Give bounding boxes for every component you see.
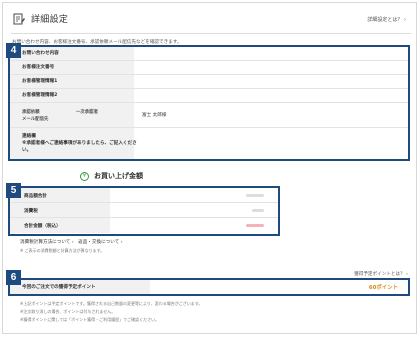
return-policy-link[interactable]: 返品・交換について › bbox=[78, 240, 123, 245]
row-label: お客様管理情報2 bbox=[10, 89, 134, 102]
row-label: 合計金額（税込） bbox=[10, 218, 110, 233]
section5-links: 消費税計算方法について › 返品・交換について › bbox=[20, 239, 123, 245]
page-title: 詳細設定 bbox=[31, 15, 69, 25]
contact-textarea[interactable] bbox=[134, 128, 408, 158]
points-notes: ※上記ポイントは予定ポイントです。獲得される自己数量の変更等により、変わる場合が… bbox=[20, 300, 202, 324]
help-link[interactable]: 詳細設定とは？ › bbox=[367, 16, 406, 23]
table-row: お客様注文番号 bbox=[10, 61, 408, 75]
points-box: 今回のご注文での獲得予定ポイント 60ポイント bbox=[8, 278, 410, 296]
section-badge: 6 bbox=[6, 270, 21, 285]
details-box: お問い合わせ内容 お客様注文番号 お客様管理情報1 お客様管理情報2 承認依頼 … bbox=[8, 45, 410, 161]
inquiry-input[interactable] bbox=[134, 47, 142, 50]
table-row: 承認依頼 メール配信先 一次承認者 富士 太郎様 bbox=[10, 103, 408, 128]
table-row: 消費税 bbox=[10, 203, 278, 218]
section-badge: 4 bbox=[6, 43, 21, 58]
contact-label: 連絡欄 bbox=[22, 134, 36, 139]
table-row: 合計金額（税込） bbox=[10, 218, 278, 233]
tax-note: ※ ご表示の消費税額と計算方法が異なります。 bbox=[20, 248, 105, 253]
order-number-input[interactable] bbox=[134, 61, 142, 64]
note-line: ※上記ポイントは予定ポイントです。獲得される自己数量の変更等により、変わる場合が… bbox=[20, 301, 203, 306]
management-info2-input[interactable] bbox=[134, 89, 142, 92]
row-label: お客様注文番号 bbox=[10, 61, 134, 74]
row-label: 連絡欄 ※承認者様へご連絡事項がありましたら、ご記入ください。 bbox=[10, 128, 137, 159]
row-label: お客様管理情報1 bbox=[10, 75, 134, 88]
points-help-link[interactable]: 獲得予定ポイントとは？ › bbox=[354, 271, 408, 277]
blurred-total-value bbox=[246, 224, 264, 227]
points-label: 今回のご注文での獲得予定ポイント bbox=[10, 280, 150, 294]
row-label: お問い合わせ内容 bbox=[10, 47, 134, 60]
chevron-right-icon: › bbox=[404, 17, 406, 23]
approver-label: 一次承認者 bbox=[76, 110, 98, 115]
row-label: 消費税 bbox=[10, 203, 110, 217]
approver-value: 富士 太郎様 bbox=[142, 113, 167, 118]
points-value: 60ポイント bbox=[368, 285, 398, 291]
row-label: 商品額合計 bbox=[10, 188, 110, 202]
contact-note: ※承認者様へご連絡事項がありましたら、ご記入ください。 bbox=[22, 141, 137, 153]
table-row: 商品額合計 bbox=[10, 188, 278, 203]
table-row: お客様管理情報2 bbox=[10, 89, 408, 103]
document-edit-icon bbox=[13, 13, 25, 25]
management-info1-input[interactable] bbox=[134, 75, 142, 78]
panel-header: 詳細設定 詳細設定とは？ › bbox=[3, 3, 416, 34]
table-row: お問い合わせ内容 bbox=[10, 47, 408, 61]
approval-label: 承認依頼 bbox=[22, 110, 40, 115]
note-line: ※注文取り消しの場合、ポイントは付与されません。 bbox=[20, 309, 116, 314]
section-badge: 5 bbox=[6, 183, 21, 198]
table-row: 連絡欄 ※承認者様へご連絡事項がありましたら、ご記入ください。 bbox=[10, 128, 408, 159]
row-label: 承認依頼 メール配信先 一次承認者 bbox=[10, 103, 134, 127]
yen-icon: ¥ bbox=[80, 172, 89, 181]
tax-calc-link[interactable]: 消費税計算方法について › bbox=[20, 240, 74, 245]
note-line: ※獲得ポイントに関しては「ポイント獲得・ご利用履歴」でご確認ください。 bbox=[20, 317, 160, 322]
table-row: お客様管理情報1 bbox=[10, 75, 408, 89]
divider bbox=[11, 33, 411, 34]
purchase-amount-box: 商品額合計 消費税 合計金額（税込） bbox=[8, 186, 280, 236]
blurred-value bbox=[246, 194, 264, 197]
approval-label: メール配信先 bbox=[22, 117, 49, 122]
blurred-value bbox=[252, 209, 264, 212]
section-title: お買い上げ金額 bbox=[94, 172, 143, 180]
